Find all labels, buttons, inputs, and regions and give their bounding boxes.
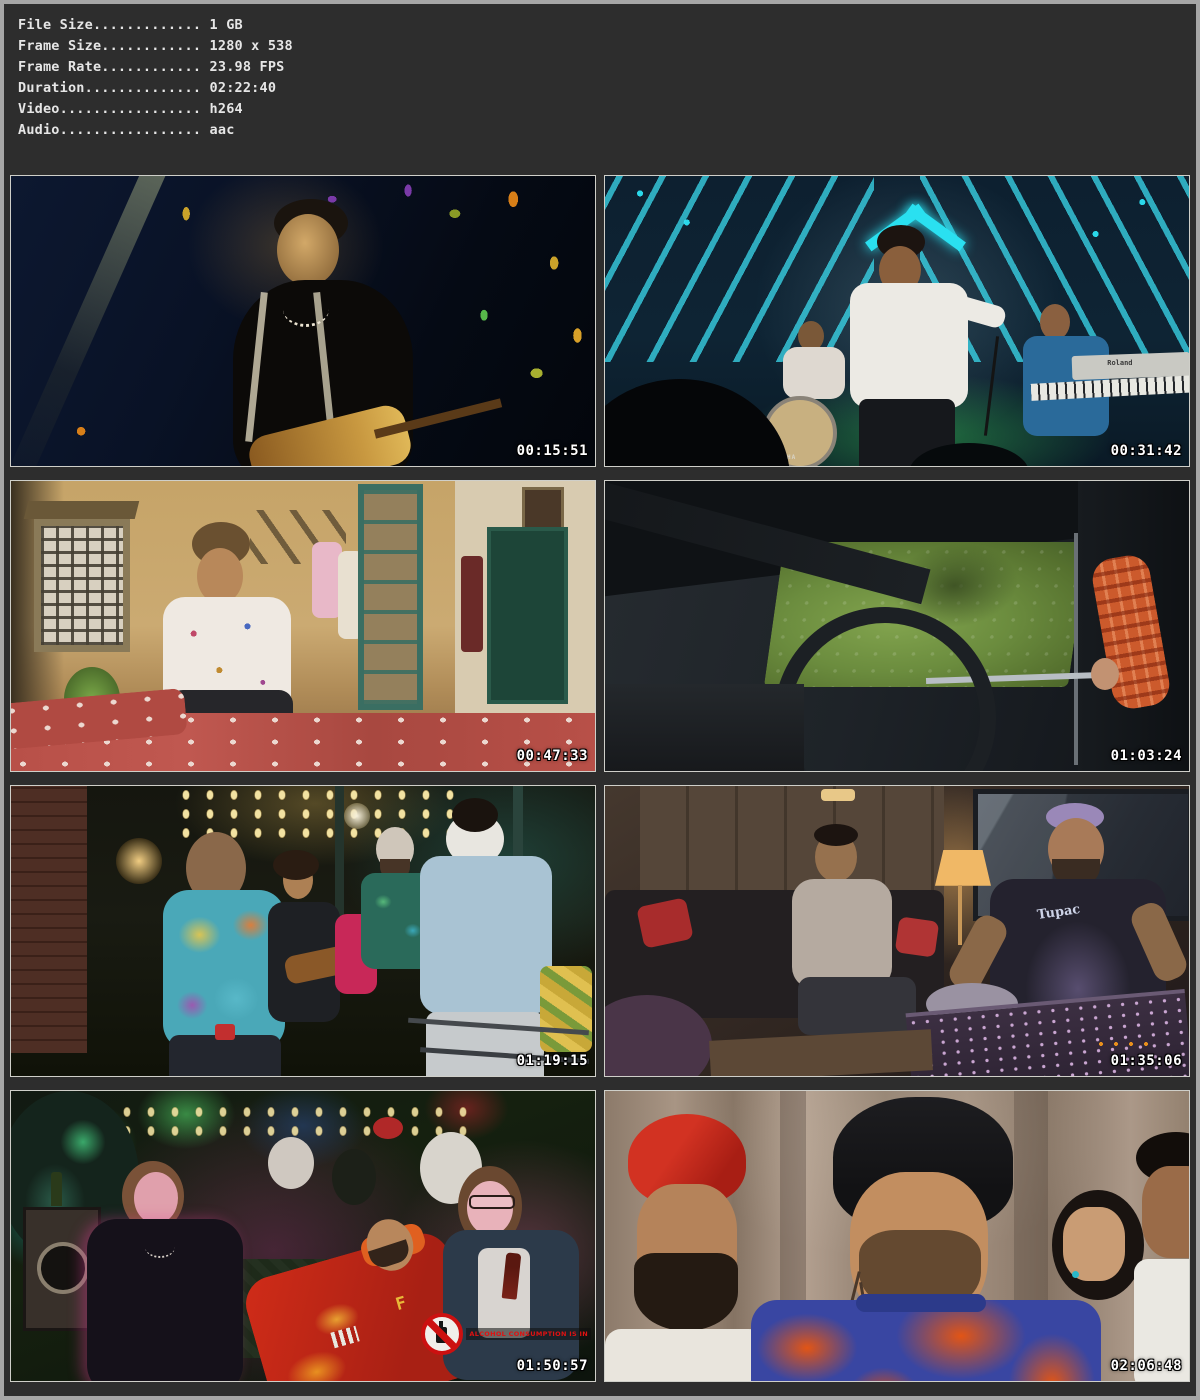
pearl-necklace [283, 292, 329, 327]
denim-man-hair [452, 798, 498, 832]
crowd-white-tee [268, 1137, 314, 1189]
yellow-bag [540, 966, 592, 1052]
speaker-cone [37, 1242, 89, 1294]
crowd-silhouette [604, 379, 790, 467]
singer-face [277, 214, 339, 286]
media-info-block: File Size............. 1 GB Frame Size..… [4, 4, 1196, 141]
timestamp-overlay: 01:19:15 [517, 1053, 588, 1069]
lamp-glow [116, 838, 162, 884]
teal-door-frame [358, 484, 423, 711]
crowd-red-cap [373, 1117, 403, 1139]
light-streak [10, 175, 169, 467]
frame-rate-line: Frame Rate............ 23.98 FPS [18, 57, 1196, 78]
console-leds [1096, 1041, 1156, 1047]
timestamp-overlay: 02:06:48 [1111, 1358, 1182, 1374]
woman-left-face [134, 1172, 178, 1224]
jeans-red-patch [215, 1024, 235, 1040]
drummer-shirt [783, 347, 845, 399]
thumbnail-courtyard-cot: 00:47:33 [10, 480, 596, 772]
thumbnail-stage-performance: YAMAHA Roland 00:31:42 [604, 175, 1190, 467]
statutory-warning: ALCOHOL CONSUMPTION IS IN [421, 1313, 591, 1355]
timestamp-overlay: 00:15:51 [517, 443, 588, 459]
audio-codec-line: Audio................. aac [18, 120, 1196, 141]
sikh-beard [634, 1253, 738, 1331]
timestamp-overlay: 01:50:57 [517, 1358, 588, 1374]
bottle-on-speaker [51, 1172, 62, 1206]
video-codec-line: Video................. h264 [18, 99, 1196, 120]
hero-sweater [751, 1300, 1101, 1382]
sweater-collar [856, 1294, 986, 1312]
thumbnail-night-street-group: 01:19:15 [10, 785, 596, 1077]
lamp-shade [935, 850, 991, 886]
window [34, 519, 130, 652]
file-size-line: File Size............. 1 GB [18, 15, 1196, 36]
man-face [197, 548, 243, 604]
thumbnail-concert-confetti: 00:15:51 [10, 175, 596, 467]
seated-man-sweater [792, 879, 892, 989]
sikh-shirt [605, 1329, 765, 1382]
door-edge-highlight [1074, 533, 1078, 765]
timestamp-overlay: 00:31:42 [1111, 443, 1182, 459]
thumbnail-recording-studio: Tupac 01:35:06 [604, 785, 1190, 1077]
warning-text: ALCOHOL CONSUMPTION IS IN [466, 1328, 591, 1340]
crowd-figure [332, 1149, 376, 1205]
dashboard [605, 684, 804, 771]
red-pillow [895, 917, 940, 958]
window-awning [23, 501, 138, 519]
lamp-stand [958, 885, 962, 945]
timestamp-overlay: 01:03:24 [1111, 748, 1182, 764]
floor-rug [709, 1030, 933, 1077]
screenshot-sheet: File Size............. 1 GB Frame Size..… [0, 0, 1200, 1400]
timestamp-overlay: 00:47:33 [517, 748, 588, 764]
frame-size-line: Frame Size............ 1280 x 538 [18, 36, 1196, 57]
guitarist-hair [273, 850, 319, 880]
neon-beams-left [605, 176, 874, 362]
seated-man-pants [798, 977, 916, 1035]
thumbnail-beanie-closeup: 02:06:48 [604, 1090, 1190, 1382]
wall-hanging [461, 556, 483, 652]
thumbnail-party-scene: F ALCOHOL CONSUMPTION IS IN 01:50:57 [10, 1090, 596, 1382]
no-alcohol-icon [421, 1313, 463, 1355]
hand [1091, 658, 1119, 690]
young-man-face [1142, 1166, 1190, 1258]
eyeglasses [469, 1195, 515, 1209]
seated-man-hair [814, 824, 858, 846]
picture-frame [522, 487, 564, 533]
keyboardist-head [1040, 304, 1070, 340]
sconce-light [821, 789, 855, 801]
duration-line: Duration.............. 02:22:40 [18, 78, 1196, 99]
thumbnail-car-interior: 01:03:24 [604, 480, 1190, 772]
woman-face-bg [1063, 1207, 1125, 1281]
denim-jacket [420, 856, 552, 1014]
timestamp-overlay: 01:35:06 [1111, 1053, 1182, 1069]
green-door [487, 527, 568, 703]
brick-wall [11, 786, 87, 1053]
thumbnail-grid: 00:15:51 YAMAHA Roland 00:31:42 [10, 175, 1190, 1382]
teal-earring [1072, 1271, 1079, 1278]
woman-jeans [169, 1035, 281, 1077]
